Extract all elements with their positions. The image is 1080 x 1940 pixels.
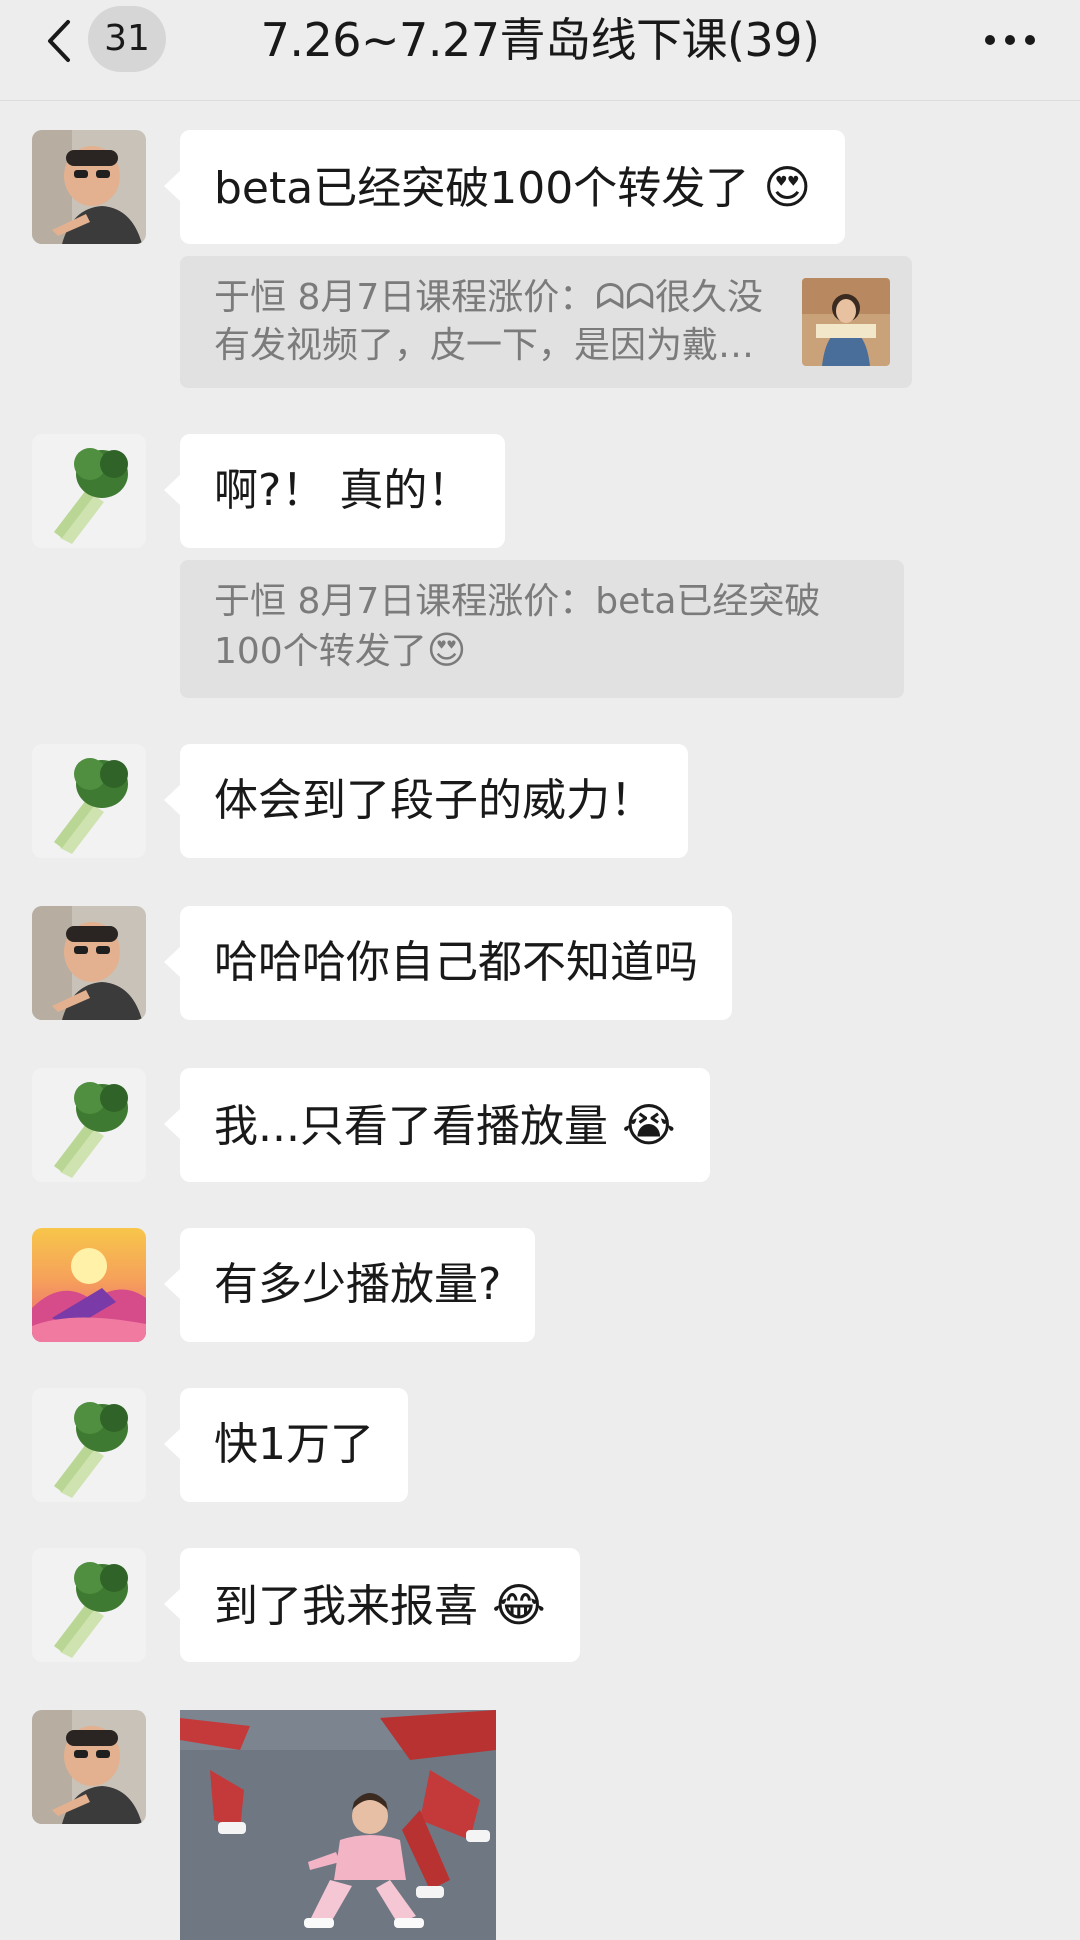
message-text: 快1万了 (214, 1419, 374, 1470)
message-text: beta已经突破100个转发了 (214, 163, 750, 214)
crying-face-emoji: 😭 (621, 1098, 676, 1152)
quoted-text: 于恒 8月7日课程涨价：beta已经突破100个转发了😍 (214, 578, 870, 676)
more-dots-icon (985, 35, 1035, 45)
bok-choy-avatar-icon (32, 1388, 146, 1502)
avatar-vegetable[interactable] (32, 1068, 146, 1182)
chat-header: 31 7.26~7.27青岛线下课(39) (0, 0, 1080, 101)
avatar-person[interactable] (32, 906, 146, 1020)
avatar-vegetable[interactable] (32, 1548, 146, 1662)
bok-choy-avatar-icon (32, 744, 146, 858)
bok-choy-avatar-icon (32, 1548, 146, 1662)
message-text: 体会到了段子的威力！ (214, 775, 654, 826)
message-bubble[interactable]: 体会到了段子的威力！ (164, 744, 688, 858)
bok-choy-avatar-icon (32, 434, 146, 548)
kungfu-photo-image (180, 1710, 496, 1940)
message-text: 啊?！ 真的！ (214, 465, 472, 516)
quoted-text: 于恒 8月7日课程涨价：ᗣᗣ很久没有发视频了，皮一下，是因为戴… (214, 277, 764, 366)
message-text: 哈哈哈你自己都不知道吗 (214, 937, 698, 988)
woman-thumbnail-icon (802, 278, 890, 366)
message-bubble[interactable]: beta已经突破100个转发了 😍 (163, 130, 846, 244)
unread-count-badge[interactable]: 31 (88, 6, 166, 72)
quoted-text-body: 于恒 8月7日课程涨价：beta已经突破100个转发了 (214, 581, 821, 672)
avatar-vegetable[interactable] (32, 744, 146, 858)
quoted-message[interactable]: 于恒 8月7日课程涨价：ᗣᗣ很久没有发视频了，皮一下，是因为戴… (180, 256, 912, 388)
chevron-left-icon (48, 20, 70, 62)
message-text: 有多少播放量? (214, 1259, 502, 1310)
chat-title: 7.26~7.27青岛线下课(39) (260, 13, 820, 67)
quoted-thumbnail (802, 278, 890, 366)
avatar-sunset[interactable] (32, 1228, 146, 1342)
quoted-message[interactable]: 于恒 8月7日课程涨价：beta已经突破100个转发了😍 (180, 560, 904, 698)
heart-eyes-emoji: 😍 (426, 628, 467, 672)
message-bubble[interactable]: 有多少播放量? (163, 1228, 536, 1342)
avatar-person[interactable] (32, 1710, 146, 1824)
avatar-vegetable[interactable] (32, 434, 146, 548)
more-button[interactable] (980, 22, 1040, 58)
person-avatar-icon (32, 906, 146, 1020)
person-avatar-icon (32, 130, 146, 244)
message-text: 到了我来报喜 (214, 1581, 478, 1632)
back-button[interactable] (40, 16, 80, 66)
heart-eyes-emoji: 😍 (763, 160, 812, 214)
tears-of-joy-emoji: 😂 (492, 1578, 546, 1632)
message-bubble[interactable]: 快1万了 (164, 1388, 408, 1502)
bok-choy-avatar-icon (32, 1068, 146, 1182)
message-bubble[interactable]: 啊?！ 真的！ (163, 434, 506, 548)
message-bubble[interactable]: 哈哈哈你自己都不知道吗 (164, 906, 732, 1020)
person-avatar-icon (32, 1710, 146, 1824)
image-message[interactable] (180, 1710, 496, 1940)
avatar-person[interactable] (32, 130, 146, 244)
message-text: 我...只看了看播放量 (214, 1101, 608, 1152)
message-bubble[interactable]: 到了我来报喜 😂 (164, 1548, 580, 1662)
avatar-vegetable[interactable] (32, 1388, 146, 1502)
sunset-avatar-icon (32, 1228, 146, 1342)
message-bubble[interactable]: 我...只看了看播放量 😭 (164, 1068, 710, 1182)
